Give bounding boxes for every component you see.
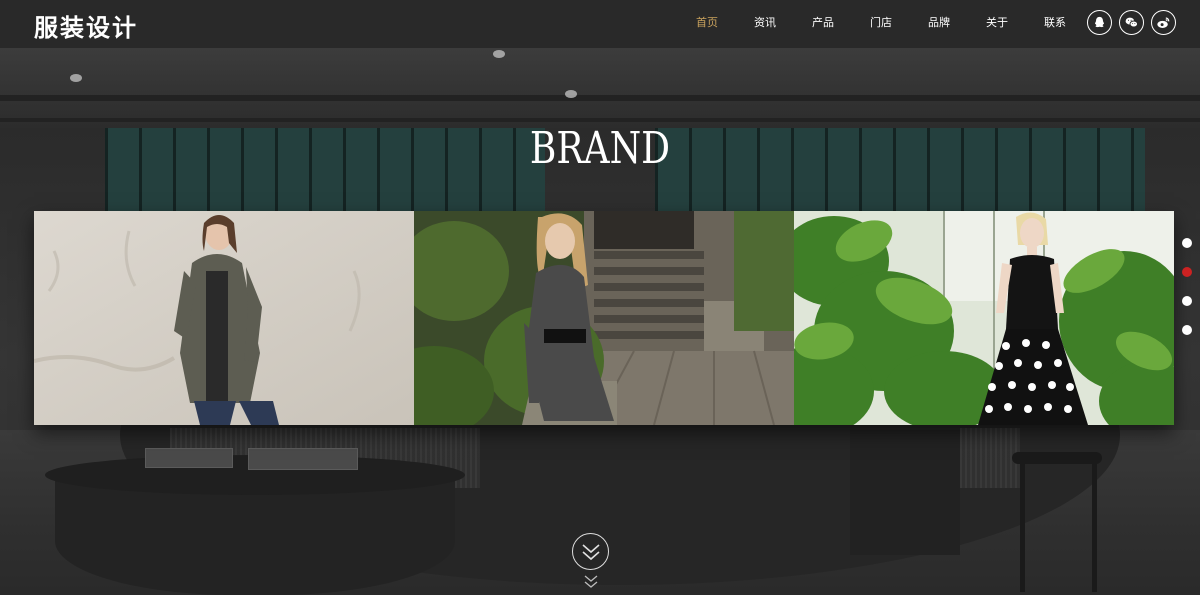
stool-leg xyxy=(1092,462,1097,592)
ceiling-spotlight xyxy=(565,90,577,98)
nav-item-stores[interactable]: 门店 xyxy=(852,0,910,48)
site-header: 服装设计 首页 资讯 产品 门店 品牌 关于 联系 xyxy=(0,0,1200,48)
hero-title: BRAND xyxy=(529,123,671,174)
nav-item-home[interactable]: 首页 xyxy=(678,0,736,48)
main-nav: 首页 资讯 产品 门店 品牌 关于 联系 xyxy=(678,0,1084,48)
chevron-down-icon xyxy=(584,575,598,588)
nav-item-products[interactable]: 产品 xyxy=(794,0,852,48)
vent-grille xyxy=(960,428,1020,488)
slider-dot-4[interactable] xyxy=(1182,325,1192,335)
slider-dot-2[interactable] xyxy=(1182,267,1192,277)
ceiling-beam xyxy=(0,118,1200,122)
site-logo[interactable]: 服装设计 xyxy=(34,8,138,43)
photo-model-gray-coat xyxy=(34,211,414,425)
slider-dot-3[interactable] xyxy=(1182,296,1192,306)
slider-dot-1[interactable] xyxy=(1182,238,1192,248)
photo-model-stairs-garden xyxy=(414,211,794,425)
slider-dots xyxy=(1182,238,1192,335)
ceiling xyxy=(0,48,1200,128)
photo-model-polka-dress xyxy=(794,211,1174,425)
nav-item-contact[interactable]: 联系 xyxy=(1026,0,1084,48)
gallery-panel-polka-dress[interactable] xyxy=(794,211,1174,425)
pillar xyxy=(850,430,960,555)
scroll-down-button[interactable] xyxy=(572,533,609,570)
ceiling-spotlight xyxy=(70,74,82,82)
ceiling-spotlight xyxy=(493,50,505,58)
weibo-icon[interactable] xyxy=(1151,10,1176,35)
wechat-icon[interactable] xyxy=(1119,10,1144,35)
page: 服装设计 首页 资讯 产品 门店 品牌 关于 联系 BRAND xyxy=(0,0,1200,595)
stool-leg xyxy=(1020,462,1025,592)
gallery-panel-stairs-garden[interactable] xyxy=(414,211,794,425)
stool xyxy=(1012,452,1102,464)
nav-item-news[interactable]: 资讯 xyxy=(736,0,794,48)
nav-item-brand[interactable]: 品牌 xyxy=(910,0,968,48)
display-box xyxy=(145,448,233,468)
nav-item-about[interactable]: 关于 xyxy=(968,0,1026,48)
display-box xyxy=(248,448,358,470)
gallery-panel-gray-coat[interactable] xyxy=(34,211,414,425)
double-chevron-down-icon xyxy=(581,543,600,560)
gallery xyxy=(34,211,1174,425)
ceiling-beam xyxy=(0,95,1200,101)
qq-icon[interactable] xyxy=(1087,10,1112,35)
